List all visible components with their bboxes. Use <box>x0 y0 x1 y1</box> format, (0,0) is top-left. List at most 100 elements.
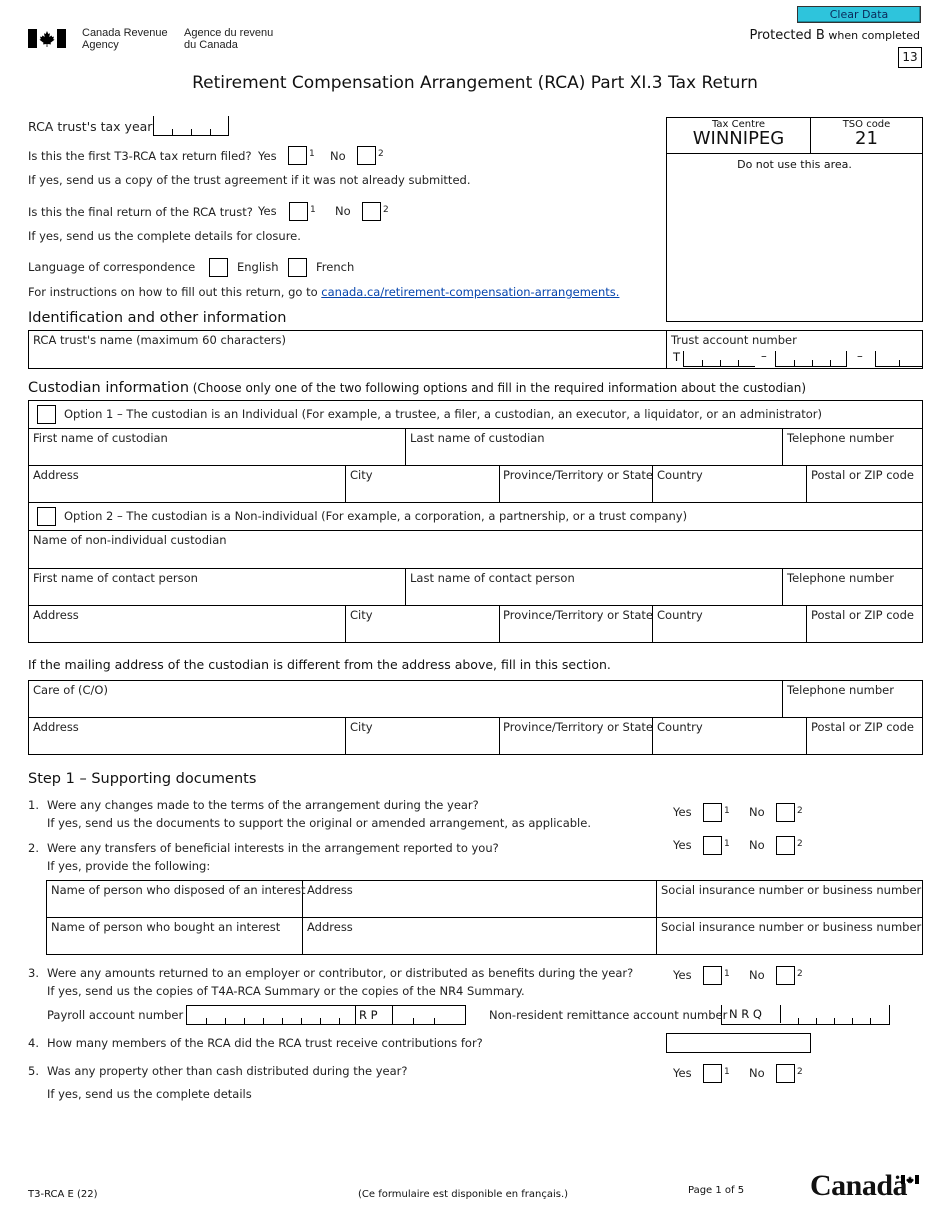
final-return-no-checkbox[interactable] <box>362 202 381 221</box>
disposed-sin-field[interactable]: Social insurance number or business numb… <box>657 881 922 917</box>
custodian-first-name-field[interactable]: First name of custodian <box>29 429 406 465</box>
q4-text: How many members of the RCA did the RCA … <box>47 1036 483 1050</box>
canada-flag-icon <box>28 29 66 48</box>
field-label: Postal or ZIP code <box>811 608 914 622</box>
q2-yes-checkbox[interactable] <box>703 836 722 855</box>
care-of-row: Care of (C/O) Telephone number <box>28 680 923 718</box>
mailing-country-field[interactable]: Country <box>653 718 807 754</box>
mailing-telephone-field[interactable]: Telephone number <box>783 681 922 717</box>
mailing-province-field[interactable]: Province/Territory or State <box>500 718 653 754</box>
nr-account-prefix: N R Q <box>729 1007 762 1021</box>
mailing-city-field[interactable]: City <box>346 718 500 754</box>
option-number: 2 <box>797 806 803 816</box>
bought-row: Name of person who bought an interest Ad… <box>46 918 923 955</box>
non-individual-province-field[interactable]: Province/Territory or State <box>500 606 653 642</box>
non-individual-address-field[interactable]: Address <box>29 606 346 642</box>
field-label: Province/Territory or State <box>503 608 653 622</box>
page-title: Retirement Compensation Arrangement (RCA… <box>192 73 758 93</box>
field-label: Telephone number <box>787 431 894 445</box>
first-return-note: If yes, send us a copy of the trust agre… <box>28 173 471 187</box>
q2-note: If yes, provide the following: <box>47 859 211 873</box>
option2-label: Option 2 – The custodian is a Non-indivi… <box>64 509 688 523</box>
non-individual-name-field[interactable]: Name of non-individual custodian <box>28 531 923 569</box>
option2-checkbox[interactable] <box>37 507 56 526</box>
field-label: Name of person who bought an interest <box>51 920 281 934</box>
q3-no-checkbox[interactable] <box>776 966 795 985</box>
french-availability-note: (Ce formulaire est disponible en françai… <box>358 1189 569 1200</box>
question-number: 3. <box>28 966 39 980</box>
option-number: 1 <box>724 969 730 979</box>
q3-yes-checkbox[interactable] <box>703 966 722 985</box>
identification-heading: Identification and other information <box>28 310 287 326</box>
agency-name-fr: Agence du revenu du Canada <box>184 27 273 51</box>
option-number: 1 <box>724 839 730 849</box>
clear-data-button[interactable]: Clear Data <box>797 6 921 23</box>
trust-name-field[interactable]: RCA trust's name (maximum 60 characters) <box>29 331 667 368</box>
custodian-city-field[interactable]: City <box>346 466 500 502</box>
english-checkbox[interactable] <box>209 258 228 277</box>
option-number: 2 <box>797 1067 803 1077</box>
custodian-last-name-field[interactable]: Last name of custodian <box>406 429 783 465</box>
custodian-name-row: First name of custodian Last name of cus… <box>28 429 923 466</box>
q5-note: If yes, send us the complete details <box>47 1087 252 1101</box>
non-individual-postal-field[interactable]: Postal or ZIP code <box>807 606 922 642</box>
bought-address-field[interactable]: Address <box>303 918 657 954</box>
nr-account-input[interactable]: N R Q <box>721 1005 890 1025</box>
payroll-account-input[interactable]: R P <box>186 1005 466 1025</box>
custodian-postal-field[interactable]: Postal or ZIP code <box>807 466 922 502</box>
q5-no-checkbox[interactable] <box>776 1064 795 1083</box>
tso-code-value: 21 <box>855 128 878 149</box>
disposed-address-field[interactable]: Address <box>303 881 657 917</box>
first-return-no-checkbox[interactable] <box>357 146 376 165</box>
wordmark-flag-icon <box>901 1173 919 1184</box>
q4-members-input[interactable] <box>666 1033 811 1053</box>
care-of-field[interactable]: Care of (C/O) <box>29 681 783 717</box>
field-label: Address <box>307 920 353 934</box>
q1-yes-checkbox[interactable] <box>703 803 722 822</box>
custodian-telephone-field[interactable]: Telephone number <box>783 429 922 465</box>
option-number: 2 <box>383 205 389 215</box>
field-label: City <box>350 720 373 734</box>
final-return-note: If yes, send us the complete details for… <box>28 229 301 243</box>
custodian-country-field[interactable]: Country <box>653 466 807 502</box>
custodian-address-row: Address City Province/Territory or State… <box>28 466 923 503</box>
final-return-yes-checkbox[interactable] <box>289 202 308 221</box>
contact-name-row: First name of contact person Last name o… <box>28 569 923 606</box>
non-individual-city-field[interactable]: City <box>346 606 500 642</box>
bought-name-field[interactable]: Name of person who bought an interest <box>47 918 303 954</box>
french-checkbox[interactable] <box>288 258 307 277</box>
yes-label: Yes <box>673 1066 692 1080</box>
custodian-address-field[interactable]: Address <box>29 466 346 502</box>
q1-no-checkbox[interactable] <box>776 803 795 822</box>
mailing-address-field[interactable]: Address <box>29 718 346 754</box>
field-label: Last name of custodian <box>410 431 545 445</box>
custodian-province-field[interactable]: Province/Territory or State <box>500 466 653 502</box>
form-code: 13 <box>902 50 918 64</box>
field-label: Postal or ZIP code <box>811 468 914 482</box>
contact-telephone-field[interactable]: Telephone number <box>783 569 922 605</box>
field-label: Name of non-individual custodian <box>33 533 227 547</box>
non-individual-country-field[interactable]: Country <box>653 606 807 642</box>
bought-sin-field[interactable]: Social insurance number or business numb… <box>657 918 922 954</box>
page-number: Page 1 of 5 <box>688 1185 745 1196</box>
mailing-postal-field[interactable]: Postal or ZIP code <box>807 718 922 754</box>
question-number: 1. <box>28 798 39 812</box>
tax-year-input[interactable] <box>153 116 229 136</box>
field-label: Address <box>33 720 79 734</box>
option1-checkbox[interactable] <box>37 405 56 424</box>
first-return-yes-checkbox[interactable] <box>288 146 307 165</box>
no-label: No <box>749 838 765 852</box>
option1-label: Option 1 – The custodian is an Individua… <box>64 407 823 421</box>
q5-yes-checkbox[interactable] <box>703 1064 722 1083</box>
contact-last-name-field[interactable]: Last name of contact person <box>406 569 783 605</box>
disposed-name-field[interactable]: Name of person who disposed of an intere… <box>47 881 305 917</box>
q2-no-checkbox[interactable] <box>776 836 795 855</box>
disposed-row: Name of person who disposed of an intere… <box>46 880 923 918</box>
tax-centre-area: Tax Centre WINNIPEG TSO code 21 Do not u… <box>666 117 923 322</box>
contact-first-name-field[interactable]: First name of contact person <box>29 569 406 605</box>
option-number: 2 <box>797 839 803 849</box>
instructions-line: For instructions on how to fill out this… <box>28 285 619 299</box>
first-return-question: Is this the first T3-RCA tax return file… <box>28 149 252 163</box>
instructions-link[interactable]: canada.ca/retirement-compensation-arrang… <box>321 285 619 299</box>
trust-account-field[interactable]: Trust account number T – – <box>667 331 922 368</box>
